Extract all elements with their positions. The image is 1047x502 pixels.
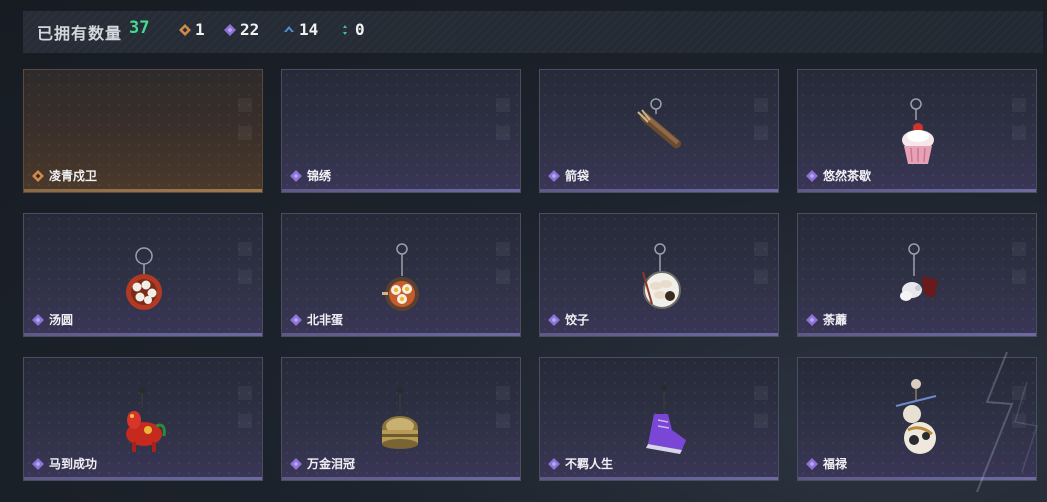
card-name: 悠然茶歇 [823, 169, 872, 183]
purple-diamond-icon [548, 457, 560, 470]
purple-sneaker-charm-icon [646, 385, 686, 454]
card-decoration [496, 270, 510, 284]
owned-summary-bar: 已拥有数量 37 1 22 14 0 [23, 11, 1043, 53]
card-decoration [754, 414, 768, 428]
card-label: 荼蘼 [806, 311, 847, 328]
card-decoration [238, 270, 252, 284]
purple-diamond-icon [224, 23, 236, 36]
rarity-count-purple: 22 [224, 20, 259, 39]
charm-card[interactable]: 万金泪冠 [281, 357, 521, 481]
card-decoration [1012, 270, 1026, 284]
card-name: 箭袋 [565, 169, 590, 183]
card-name: 凌青戍卫 [49, 169, 98, 183]
charm-card[interactable]: 汤圆 [23, 213, 263, 337]
purple-diamond-icon [806, 313, 818, 326]
card-name: 北非蛋 [307, 313, 344, 327]
blue-chevron-icon [284, 25, 294, 32]
purple-diamond-icon [290, 169, 302, 182]
card-decoration [496, 386, 510, 400]
card-decoration [496, 98, 510, 112]
card-name: 锦绣 [307, 169, 332, 183]
card-decoration [754, 270, 768, 284]
purple-diamond-icon [32, 457, 44, 470]
charm-card[interactable]: 箭袋 [539, 69, 779, 193]
rarity-count: 22 [240, 20, 260, 39]
card-label: 不羁人生 [548, 455, 613, 472]
egg-pan-charm-icon [382, 243, 419, 311]
charm-card[interactable]: 饺子 [539, 213, 779, 337]
card-name: 福禄 [823, 457, 848, 471]
rarity-count: 1 [195, 20, 205, 39]
card-name: 汤圆 [49, 313, 74, 327]
dumpling-plate-charm-icon [642, 243, 681, 309]
orange-diamond-icon [179, 23, 191, 36]
card-decoration [1012, 386, 1026, 400]
card-label: 北非蛋 [290, 311, 343, 328]
card-label: 箭袋 [548, 167, 589, 184]
purple-diamond-icon [290, 457, 302, 470]
green-dot-icon [343, 24, 347, 35]
card-decoration [238, 386, 252, 400]
card-label: 凌青戍卫 [32, 167, 97, 184]
card-label: 马到成功 [32, 455, 97, 472]
card-decoration [754, 126, 768, 140]
charm-card[interactable]: 锦绣 [281, 69, 521, 193]
card-decoration [496, 242, 510, 256]
card-label: 汤圆 [32, 311, 73, 328]
charm-card[interactable]: 马到成功 [23, 357, 263, 481]
owned-label: 已拥有数量 [37, 24, 123, 43]
purple-diamond-icon [806, 457, 818, 470]
card-decoration [1012, 414, 1026, 428]
purple-diamond-icon [290, 313, 302, 326]
rarity-count-orange: 1 [179, 20, 205, 39]
card-label: 锦绣 [290, 167, 331, 184]
charm-card[interactable]: 凌青戍卫 [23, 69, 263, 193]
card-decoration [754, 242, 768, 256]
charm-card[interactable]: 悠然茶歇 [797, 69, 1037, 193]
tangyuan-bowl-charm-icon [126, 247, 162, 310]
rarity-count-green: 0 [339, 20, 365, 39]
card-decoration [1012, 242, 1026, 256]
golden-crown-charm-icon [382, 387, 418, 449]
flower-charm-icon [900, 243, 938, 301]
owned-count: 37 [129, 18, 150, 38]
card-name: 饺子 [565, 313, 590, 327]
card-name: 不羁人生 [565, 457, 614, 471]
card-decoration [238, 98, 252, 112]
card-name: 马到成功 [49, 457, 98, 471]
card-decoration [1012, 98, 1026, 112]
card-decoration [754, 386, 768, 400]
card-label: 万金泪冠 [290, 455, 355, 472]
charm-card[interactable]: 荼蘼 [797, 213, 1037, 337]
card-decoration [496, 126, 510, 140]
rarity-count: 0 [355, 20, 365, 39]
card-name: 荼蘼 [823, 313, 848, 327]
card-decoration [496, 414, 510, 428]
card-decoration [238, 126, 252, 140]
purple-diamond-icon [806, 169, 818, 182]
rarity-count-blue: 14 [283, 20, 318, 39]
card-name: 万金泪冠 [307, 457, 356, 471]
purple-diamond-icon [548, 169, 560, 182]
orange-diamond-icon [32, 169, 44, 182]
card-decoration [754, 98, 768, 112]
cupcake-charm-icon [902, 98, 934, 164]
charm-card[interactable]: 北非蛋 [281, 213, 521, 337]
purple-diamond-icon [548, 313, 560, 326]
gourd-charm-icon [895, 379, 937, 454]
card-decoration [238, 414, 252, 428]
rarity-count: 14 [299, 20, 319, 39]
card-decoration [1012, 126, 1026, 140]
card-label: 饺子 [548, 311, 589, 328]
card-label: 悠然茶歇 [806, 167, 871, 184]
red-horse-charm-icon [126, 387, 166, 452]
charm-card[interactable]: 福禄 [797, 357, 1037, 481]
charm-card[interactable]: 不羁人生 [539, 357, 779, 481]
card-label: 福禄 [806, 455, 847, 472]
purple-diamond-icon [32, 313, 44, 326]
card-decoration [238, 242, 252, 256]
quiver-charm-icon [637, 98, 682, 149]
